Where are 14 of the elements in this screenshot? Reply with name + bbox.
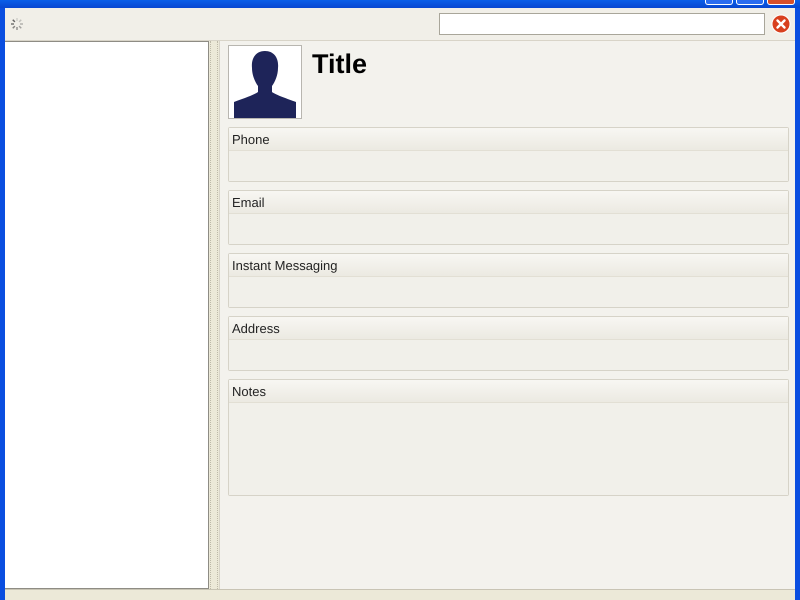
splitter-handle[interactable]	[210, 41, 218, 589]
search-field[interactable]	[439, 13, 765, 35]
section-header: Phone	[229, 128, 788, 151]
loading-spinner-icon	[9, 16, 25, 32]
section-header: Notes	[229, 380, 788, 403]
section-header: Email	[229, 191, 788, 214]
contact-title: Title	[312, 49, 368, 80]
section-header: Address	[229, 317, 788, 340]
section-header: Instant Messaging	[229, 254, 788, 277]
maximize-button[interactable]	[736, 0, 764, 5]
minimize-button[interactable]	[705, 0, 733, 5]
clear-icon[interactable]	[771, 14, 791, 34]
close-button[interactable]	[767, 0, 795, 5]
avatar-silhouette-icon	[228, 45, 302, 119]
